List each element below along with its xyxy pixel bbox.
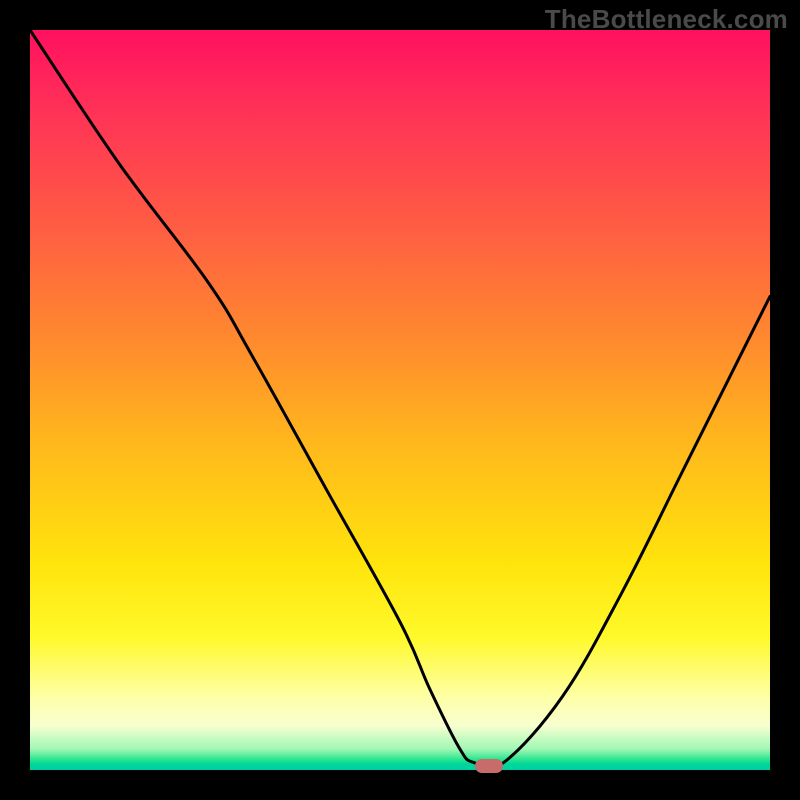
optimal-marker bbox=[475, 759, 503, 773]
chart-frame: TheBottleneck.com bbox=[0, 0, 800, 800]
plot-area bbox=[30, 30, 770, 770]
bottleneck-curve bbox=[30, 30, 770, 770]
